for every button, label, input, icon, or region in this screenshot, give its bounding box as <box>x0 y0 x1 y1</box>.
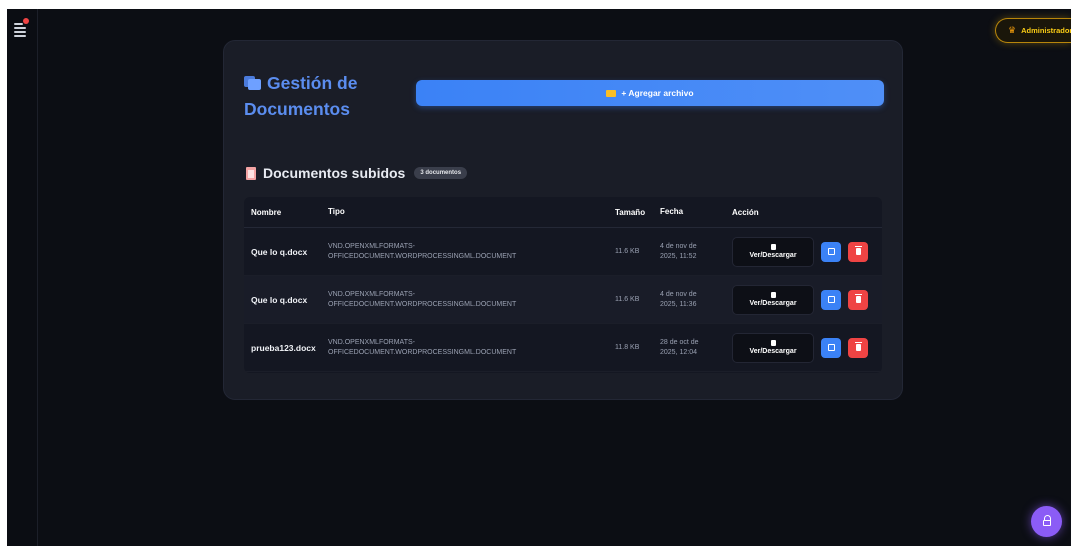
add-file-label: + Agregar archivo <box>621 88 694 98</box>
admin-badge-label: Administrador <box>1021 26 1071 35</box>
app-frame: ♛ Administrador Gestión de Documentos + … <box>7 9 1071 546</box>
view-download-label: Ver/Descargar <box>749 300 797 307</box>
file-name: Que lo q.docx <box>251 294 308 305</box>
header-name: Nombre <box>251 207 282 217</box>
table-header: Nombre Tipo Tamaño Fecha Acción <box>244 197 882 228</box>
view-download-button[interactable]: Ver/Descargar <box>732 236 814 267</box>
section-header: Documentos subidos 3 documentos <box>246 165 468 181</box>
trash-icon <box>854 294 862 303</box>
crown-icon: ♛ <box>1008 25 1017 35</box>
header-size: Tamaño <box>615 207 646 217</box>
trash-icon <box>854 246 862 255</box>
admin-badge[interactable]: ♛ Administrador <box>995 18 1071 43</box>
table-row: Que lo q.docx VND.OPENXMLFORMATS- OFFICE… <box>244 228 882 276</box>
file-type: VND.OPENXMLFORMATS- OFFICEDOCUMENT.WORDP… <box>328 290 615 310</box>
file-date-line2: 2025, 11:36 <box>660 300 697 308</box>
edit-icon <box>827 344 835 351</box>
file-date-line1: 28 de oct de <box>660 338 699 346</box>
file-date-line1: 4 de nov de <box>660 242 697 250</box>
edit-button[interactable] <box>821 241 841 262</box>
header-type: Tipo <box>328 207 345 216</box>
file-date: 28 de oct de 2025, 12:04 <box>660 338 732 358</box>
delete-button[interactable] <box>848 289 868 310</box>
row-actions: Ver/Descargar <box>732 236 882 267</box>
header-date: Fecha <box>660 207 684 216</box>
edit-button[interactable] <box>821 337 841 358</box>
edit-icon <box>827 296 835 303</box>
file-date-line2: 2025, 11:52 <box>660 252 697 260</box>
file-date-line2: 2025, 12:04 <box>660 348 697 356</box>
delete-button[interactable] <box>848 241 868 262</box>
row-actions: Ver/Descargar <box>732 332 882 363</box>
file-size: 11.8 KB <box>615 344 640 351</box>
notification-dot <box>23 18 29 24</box>
file-size: 11.6 KB <box>615 296 640 303</box>
file-type-line2: OFFICEDOCUMENT.WORDPROCESSINGML.DOCUMENT <box>328 348 517 356</box>
delete-button[interactable] <box>848 337 868 358</box>
file-name: Que lo q.docx <box>251 246 308 257</box>
lock-fab-button[interactable] <box>1031 506 1062 537</box>
view-download-button[interactable]: Ver/Descargar <box>732 284 814 315</box>
section-title: Documentos subidos <box>263 165 406 181</box>
add-file-button[interactable]: + Agregar archivo <box>416 80 884 106</box>
menu-icon[interactable] <box>12 18 30 37</box>
folders-icon <box>244 76 261 90</box>
file-type-line1: VND.OPENXMLFORMATS- <box>328 242 415 250</box>
file-type-line2: OFFICEDOCUMENT.WORDPROCESSINGML.DOCUMENT <box>328 252 517 260</box>
folder-icon <box>606 89 617 97</box>
file-type: VND.OPENXMLFORMATS- OFFICEDOCUMENT.WORDP… <box>328 338 615 358</box>
file-date: 4 de nov de 2025, 11:36 <box>660 290 732 310</box>
file-date-line1: 4 de nov de <box>660 290 697 298</box>
file-date: 4 de nov de 2025, 11:52 <box>660 242 732 262</box>
file-type: VND.OPENXMLFORMATS- OFFICEDOCUMENT.WORDP… <box>328 242 615 262</box>
document-icon <box>770 292 776 298</box>
page-title: Gestión de Documentos <box>244 70 404 122</box>
lock-icon <box>1042 515 1051 526</box>
header-action: Acción <box>732 207 759 217</box>
sidebar <box>7 9 38 546</box>
page-title-text: Gestión de Documentos <box>244 73 358 119</box>
view-download-button[interactable]: Ver/Descargar <box>732 332 814 363</box>
trash-icon <box>854 342 862 351</box>
file-type-line1: VND.OPENXMLFORMATS- <box>328 290 415 298</box>
edit-icon <box>827 248 835 255</box>
count-badge: 3 documentos <box>414 167 468 179</box>
edit-button[interactable] <box>821 289 841 310</box>
table-row: prueba123.docx VND.OPENXMLFORMATS- OFFIC… <box>244 324 882 372</box>
file-size: 11.6 KB <box>615 248 640 255</box>
view-download-label: Ver/Descargar <box>749 252 797 259</box>
clipboard-icon <box>246 166 256 180</box>
document-icon <box>770 244 776 250</box>
file-type-line1: VND.OPENXMLFORMATS- <box>328 338 415 346</box>
document-icon <box>770 340 776 346</box>
table-row: Que lo q.docx VND.OPENXMLFORMATS- OFFICE… <box>244 276 882 324</box>
documents-card: Gestión de Documentos + Agregar archivo … <box>223 40 903 400</box>
file-type-line2: OFFICEDOCUMENT.WORDPROCESSINGML.DOCUMENT <box>328 300 517 308</box>
documents-table: Nombre Tipo Tamaño Fecha Acción Que lo q… <box>244 197 882 373</box>
row-actions: Ver/Descargar <box>732 284 882 315</box>
view-download-label: Ver/Descargar <box>749 348 797 355</box>
file-name: prueba123.docx <box>251 342 316 353</box>
